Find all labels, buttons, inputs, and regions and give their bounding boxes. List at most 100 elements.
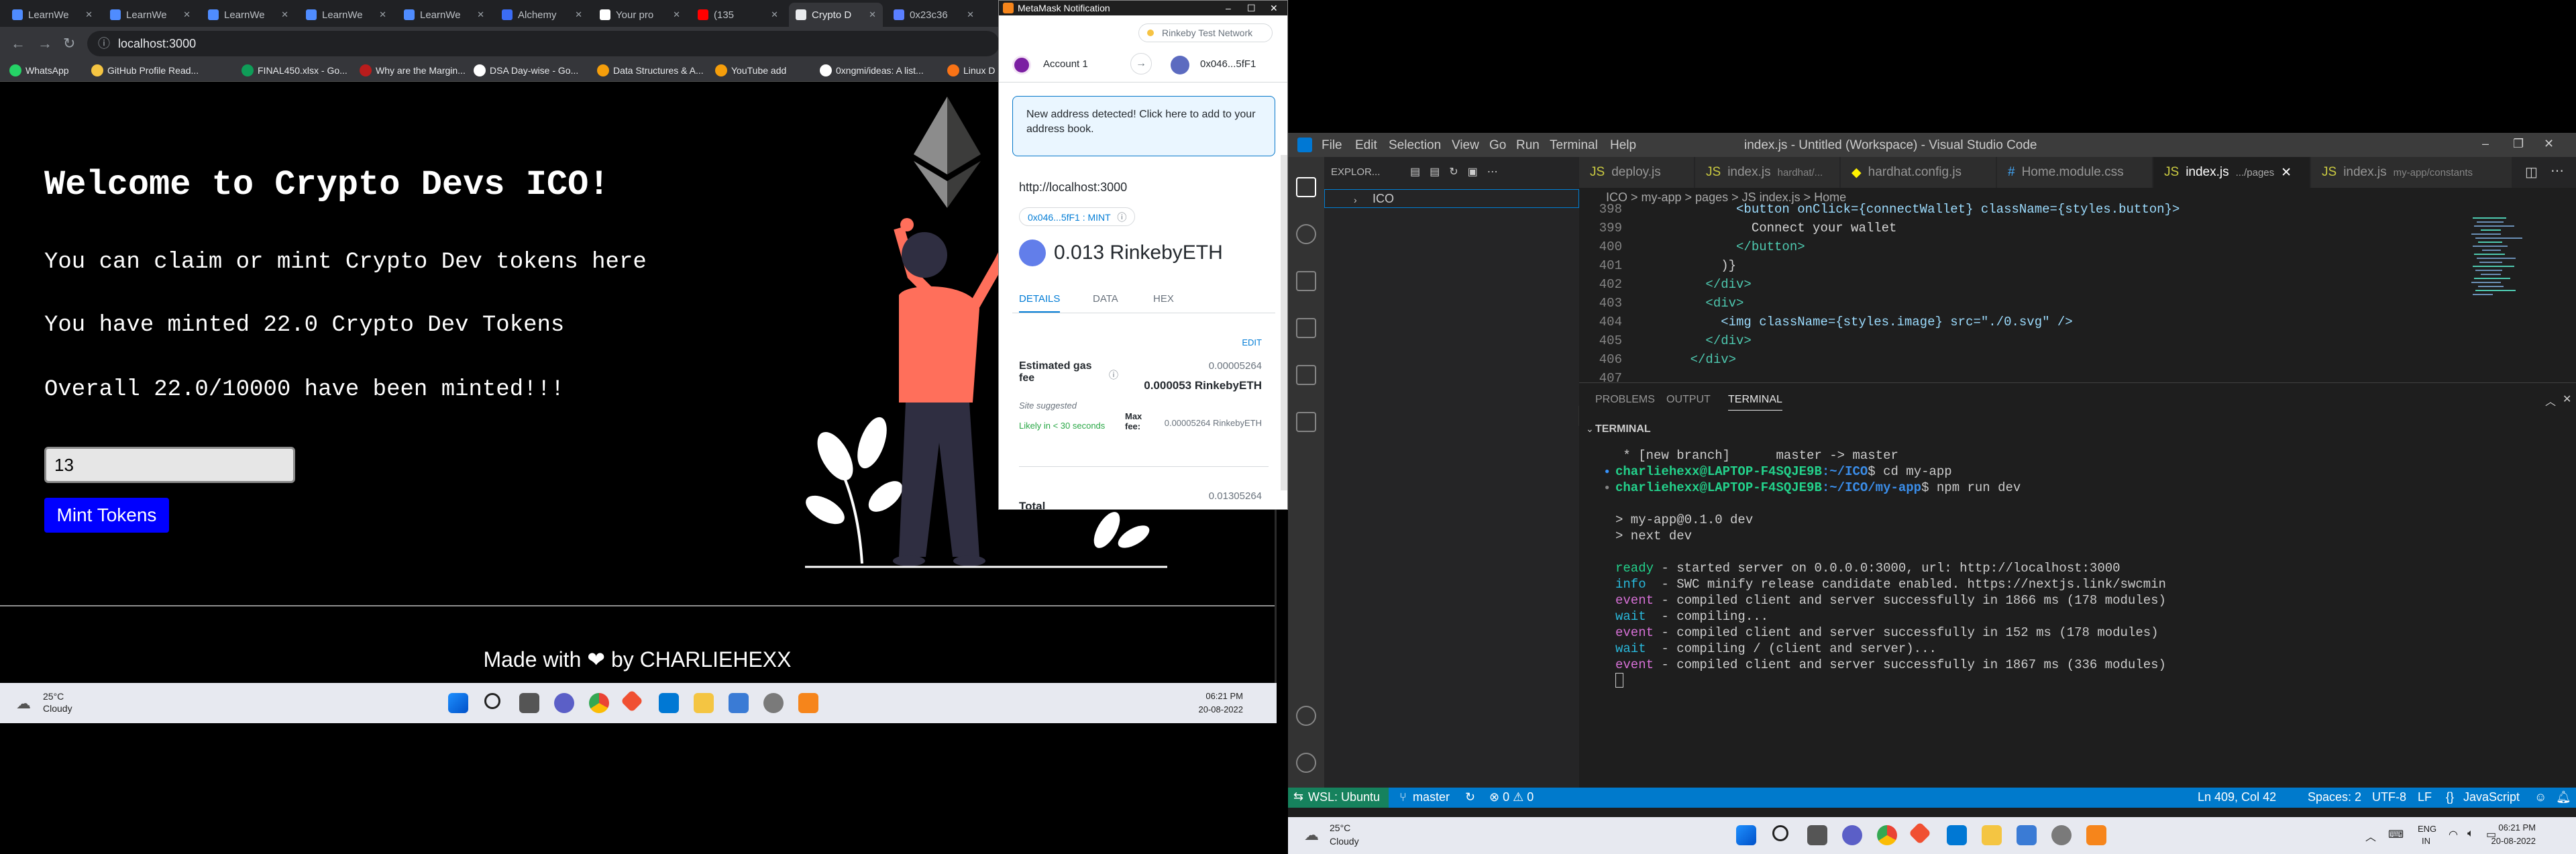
indentation[interactable]: Spaces: 2 [2308,790,2361,804]
tab-home-module-css[interactable]: # Home.module.css [1997,157,2153,188]
branch-name[interactable]: master [1413,790,1450,804]
teams-chat-icon[interactable] [554,693,574,713]
file-explorer-icon[interactable] [694,693,714,713]
search-icon[interactable] [1772,825,1788,841]
panel-tab-terminal[interactable]: TERMINAL [1728,394,1782,411]
tab-data[interactable]: DATA [1093,293,1118,305]
address-bar[interactable]: ⓘ localhost:3000 [87,31,1000,56]
vscode-icon[interactable] [1947,825,1967,845]
tab-close-icon[interactable]: ✕ [85,9,93,20]
browser-tab[interactable]: LearnWe ✕ [103,3,197,27]
metamask-taskbar-icon[interactable] [2086,825,2106,845]
bookmark-item[interactable]: YouTube add [715,64,786,76]
tab-close-icon[interactable]: ✕ [771,9,778,20]
code-line[interactable]: 403 <div> [1579,294,2451,313]
problems-count[interactable]: ⊗ 0 ⚠ 0 [1489,790,1534,804]
bookmark-item[interactable]: DSA Day-wise - Go... [474,64,578,76]
menu-run[interactable]: Run [1516,138,1540,153]
search-icon[interactable] [484,693,500,709]
browser-tab[interactable]: Crypto D ✕ [789,3,883,27]
windows-start-icon[interactable] [1736,825,1756,845]
remote-indicator[interactable]: ⇆ WSL: Ubuntu [1288,788,1389,808]
reload-icon[interactable]: ↻ [63,35,75,52]
tab-close-icon[interactable]: ✕ [967,9,974,20]
tab-close-icon[interactable]: ✕ [183,9,191,20]
file-explorer-icon[interactable] [1982,825,2002,845]
wifi-icon[interactable]: ◠ [2449,828,2458,841]
menu-terminal[interactable]: Terminal [1550,138,1598,153]
maximize-panel-icon[interactable]: ︿ [2545,392,2556,409]
cursor-position[interactable]: Ln 409, Col 42 [2198,790,2276,804]
gas-info-icon[interactable]: ⓘ [1109,368,1118,382]
code-line[interactable]: 404 <img className={styles.image} src=".… [1579,313,2451,331]
git-icon[interactable] [621,690,643,712]
menu-view[interactable]: View [1452,138,1479,153]
vscode-icon[interactable] [659,693,679,713]
bookmark-item[interactable]: WhatsApp [9,64,69,76]
minimize-icon[interactable]: – [1226,1,1231,15]
close-icon[interactable]: ✕ [1270,1,1278,15]
bookmark-item[interactable]: 0xngmi/ideas: A list... [820,64,924,76]
encoding[interactable]: UTF-8 [2372,790,2406,804]
code-editor[interactable]: 398 <button onClick={connectWallet} clas… [1578,202,2576,461]
code-line[interactable]: 399 Connect your wallet [1579,219,2451,237]
extensions-icon[interactable] [1296,412,1316,432]
teams-chat-icon[interactable] [1842,825,1862,845]
close-panel-icon[interactable]: ✕ [2563,392,2571,406]
tab-close-icon[interactable]: ✕ [379,9,386,20]
tab-close-icon[interactable]: ✕ [477,9,484,20]
tray-chevron-icon[interactable]: ︿ [2365,828,2376,844]
chrome-profile-icon[interactable] [2051,825,2072,845]
explorer-icon[interactable] [1296,177,1316,197]
feedback-icon[interactable]: ☺ [2534,790,2546,804]
menu-go[interactable]: Go [1489,138,1506,153]
chrome-icon[interactable] [1877,825,1897,845]
code-line[interactable]: 402 </div> [1579,275,2451,294]
browser-tab[interactable]: (135 ✕ [691,3,785,27]
tab-close-icon[interactable]: ✕ [575,9,582,20]
bookmark-item[interactable]: Data Structures & A... [597,64,704,76]
more-actions-icon[interactable]: ⋯ [2551,162,2564,179]
metamask-scrollbar[interactable] [1281,155,1287,490]
tab-hardhat-config[interactable]: ◆ hardhat.config.js [1841,157,1996,188]
restore-icon[interactable]: ❐ [2513,137,2524,151]
minimap[interactable] [2467,207,2548,382]
contract-method-badge[interactable]: 0x046...5fF1 : MINT ⓘ [1019,207,1136,226]
menu-edit[interactable]: Edit [1355,138,1377,153]
command-decoration-icon[interactable]: ● [1605,464,1609,480]
search-icon[interactable] [1296,224,1316,244]
run-debug-icon[interactable] [1296,318,1316,338]
info-icon[interactable]: ⓘ [98,31,110,56]
keyboard-icon[interactable]: ⌨ [2388,828,2404,841]
account-from[interactable]: Account 1 [1043,58,1088,70]
bookmark-item[interactable]: Why are the Margin... [360,64,466,76]
browser-tab[interactable]: Your pro ✕ [593,3,687,27]
close-icon[interactable]: ✕ [2544,137,2554,151]
browser-tab[interactable]: LearnWe ✕ [5,3,99,27]
git-icon[interactable] [1909,822,1931,845]
browser-tab[interactable]: Alchemy ✕ [495,3,589,27]
code-line[interactable]: 405 </div> [1579,331,2451,350]
settings-gear-icon[interactable] [1296,753,1316,773]
notepad-icon[interactable] [2017,825,2037,845]
source-control-icon[interactable] [1296,271,1316,291]
bookmark-item[interactable]: GitHub Profile Read... [91,64,199,76]
tab-close-icon[interactable]: ✕ [869,9,876,20]
chevron-down-icon[interactable]: ⌄ [1586,423,1594,435]
token-amount-input[interactable] [44,447,295,483]
tab-deploy-js[interactable]: JS deploy.js [1579,157,1695,188]
menu-help[interactable]: Help [1610,138,1636,153]
chrome-icon[interactable] [589,693,609,713]
mint-tokens-button[interactable]: Mint Tokens [44,498,169,533]
bookmark-item[interactable]: Linux D [947,64,995,76]
account-to[interactable]: 0x046...5fF1 [1200,58,1256,70]
maximize-icon[interactable]: ☐ [1247,1,1256,15]
chrome-profile-icon[interactable] [763,693,784,713]
new-address-alert[interactable]: New address detected! Click here to add … [1012,96,1275,156]
browser-tab[interactable]: LearnWe ✕ [201,3,295,27]
task-view-icon[interactable] [519,693,539,713]
code-line[interactable]: 401 )} [1579,256,2451,275]
browser-tab[interactable]: 0x23c36 ✕ [887,3,981,27]
code-line[interactable]: 400 </button> [1579,237,2451,256]
volume-icon[interactable]: 🔈︎ [2467,828,2474,840]
